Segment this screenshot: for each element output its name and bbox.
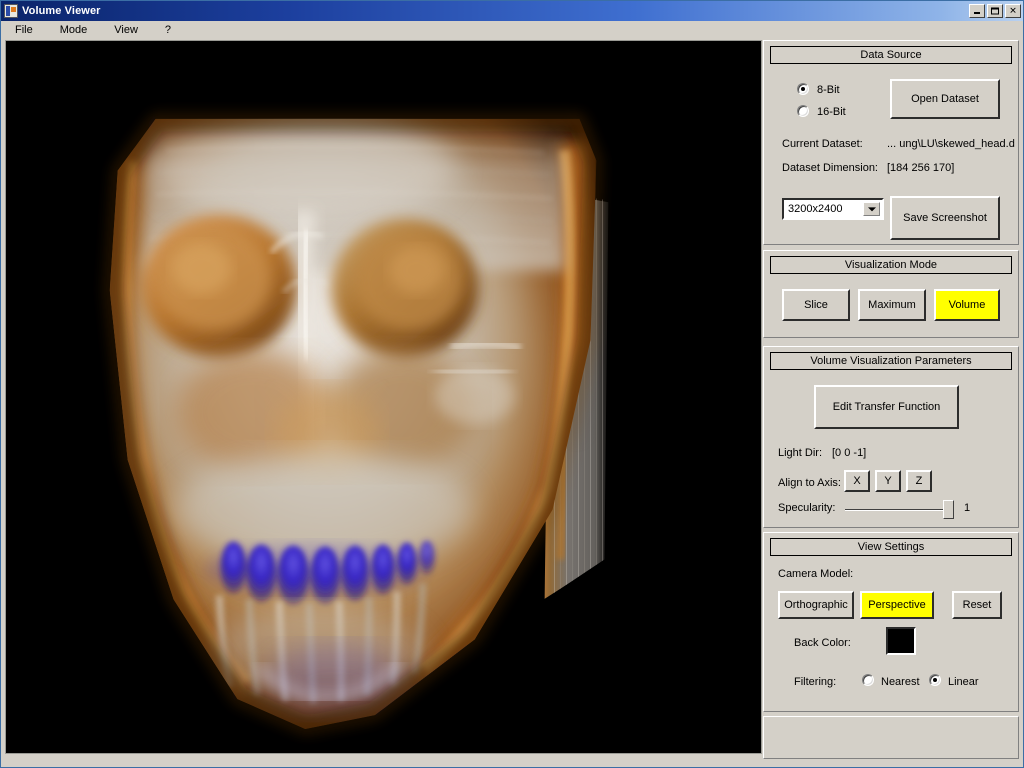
specularity-slider-thumb[interactable] [943, 500, 954, 519]
align-axis-z-button[interactable]: Z [906, 470, 932, 492]
menu-item-mode[interactable]: Mode [60, 22, 101, 38]
radio-filtering-linear[interactable] [929, 674, 941, 686]
value-light-dir: [0 0 -1] [832, 447, 867, 459]
value-current-dataset: ... ung\LU\skewed_head.d [887, 138, 1015, 150]
label-16bit: 16-Bit [817, 106, 846, 118]
resolution-value: 3200x2400 [788, 203, 843, 215]
chevron-down-icon[interactable] [863, 202, 880, 216]
resolution-dropdown[interactable]: 3200x2400 [782, 198, 884, 220]
radio-filtering-nearest[interactable] [862, 674, 874, 686]
edit-transfer-function-button[interactable]: Edit Transfer Function [814, 385, 959, 429]
label-align-to-axis: Align to Axis: [778, 477, 841, 489]
maximize-button[interactable] [987, 4, 1003, 18]
align-axis-y-button[interactable]: Y [875, 470, 901, 492]
camera-reset-button[interactable]: Reset [952, 591, 1002, 619]
control-sidebar: Data Source 8-Bit 16-Bit Open Dataset Cu… [763, 40, 1019, 759]
menu-item-view[interactable]: View [114, 22, 151, 38]
title-bar: Volume Viewer ✕ [1, 1, 1023, 21]
app-icon [4, 4, 18, 18]
window-title: Volume Viewer [22, 5, 101, 17]
menu-item-file[interactable]: File [15, 22, 46, 38]
panel-view-settings: View Settings Camera Model: Orthographic… [763, 532, 1019, 712]
panel-volume-parameters-title: Volume Visualization Parameters [770, 352, 1012, 370]
label-camera-model: Camera Model: [778, 568, 854, 580]
panel-view-settings-title: View Settings [770, 538, 1012, 556]
mode-button-slice[interactable]: Slice [782, 289, 850, 321]
label-back-color: Back Color: [794, 637, 851, 649]
label-8bit: 8-Bit [817, 84, 840, 96]
panel-visualization-mode-title: Visualization Mode [770, 256, 1012, 274]
panel-empty-bottom [763, 716, 1019, 759]
close-button[interactable]: ✕ [1005, 4, 1021, 18]
save-screenshot-button[interactable]: Save Screenshot [890, 196, 1000, 240]
open-dataset-button[interactable]: Open Dataset [890, 79, 1000, 119]
radio-8bit[interactable] [797, 83, 809, 95]
label-filtering-nearest: Nearest [881, 676, 920, 688]
camera-perspective-button[interactable]: Perspective [860, 591, 934, 619]
main-content: Data Source 8-Bit 16-Bit Open Dataset Cu… [1, 40, 1023, 767]
label-filtering-linear: Linear [948, 676, 979, 688]
application-window: Volume Viewer ✕ File Mode View ? Data So… [0, 0, 1024, 768]
label-specularity: Specularity: [778, 502, 836, 514]
mode-button-maximum[interactable]: Maximum [858, 289, 926, 321]
camera-orthographic-button[interactable]: Orthographic [778, 591, 854, 619]
panel-data-source-title: Data Source [770, 46, 1012, 64]
label-current-dataset: Current Dataset: [782, 138, 863, 150]
panel-visualization-mode: Visualization Mode Slice Maximum Volume [763, 250, 1019, 338]
specularity-slider-track[interactable] [845, 509, 949, 511]
label-filtering: Filtering: [794, 676, 837, 688]
menu-bar: File Mode View ? [1, 21, 1023, 40]
render-viewport[interactable] [5, 40, 762, 754]
align-axis-x-button[interactable]: X [844, 470, 870, 492]
label-light-dir: Light Dir: [778, 447, 823, 459]
value-specularity: 1 [964, 502, 971, 514]
back-color-swatch[interactable] [886, 627, 916, 655]
value-dataset-dimension: [184 256 170] [887, 162, 955, 174]
mode-button-volume[interactable]: Volume [934, 289, 1000, 321]
panel-volume-parameters: Volume Visualization Parameters Edit Tra… [763, 346, 1019, 528]
label-dataset-dimension: Dataset Dimension: [782, 162, 878, 174]
menu-item-help[interactable]: ? [165, 22, 184, 38]
panel-data-source: Data Source 8-Bit 16-Bit Open Dataset Cu… [763, 40, 1019, 245]
volume-render-image [6, 41, 761, 753]
radio-16bit[interactable] [797, 105, 809, 117]
volume-render-canvas[interactable] [6, 41, 761, 753]
minimize-button[interactable] [969, 4, 985, 18]
